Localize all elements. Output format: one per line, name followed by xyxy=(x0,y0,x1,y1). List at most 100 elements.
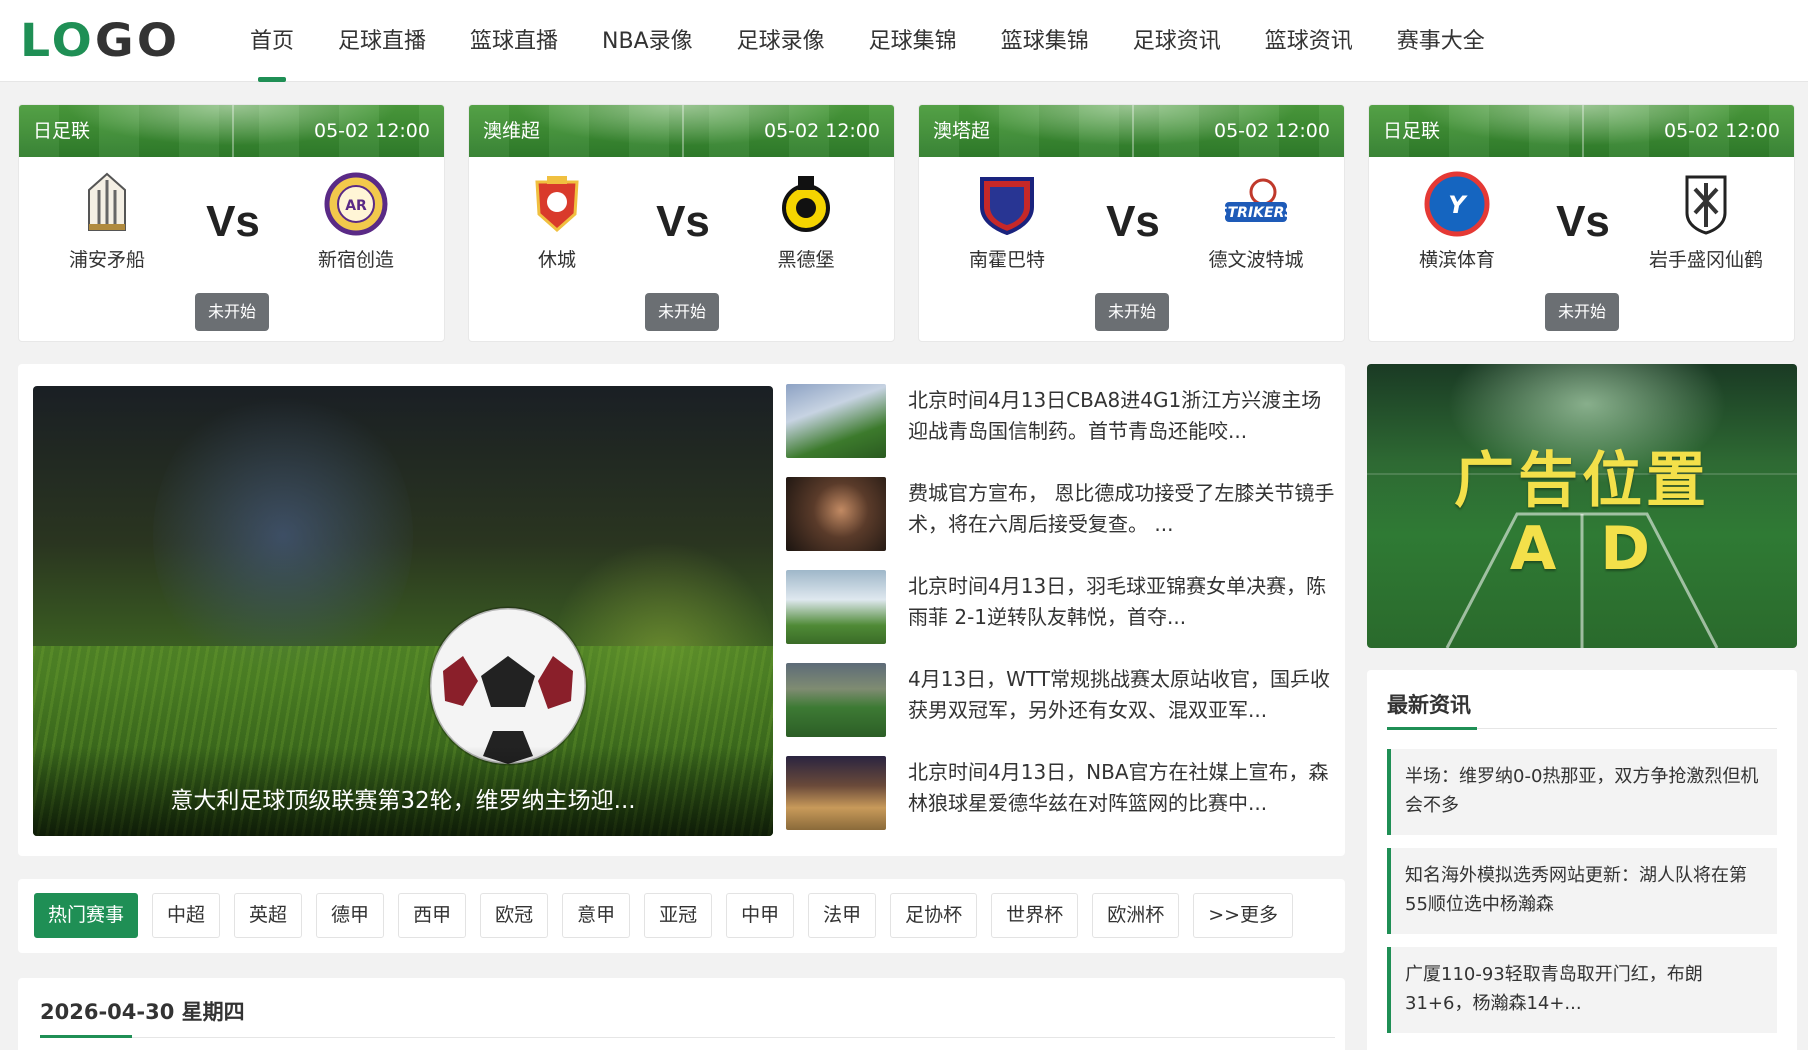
list-item[interactable]: 北京时间4月13日，羽毛球亚锦赛女单决赛，陈雨菲 2-1逆转队友韩悦，首夺... xyxy=(786,570,1336,663)
vs-label: Vs xyxy=(206,197,260,246)
main-nav: 首页 足球直播 篮球直播 NBA录像 足球录像 足球集锦 篮球集锦 足球资讯 篮… xyxy=(228,0,1507,82)
match-time: 05-02 12:00 xyxy=(313,120,430,142)
list-item[interactable]: 费城官方宣布， 恩比德成功接受了左膝关节镜手术，将在六周后接受复查。 ... xyxy=(786,477,1336,570)
league-name: 日足联 xyxy=(1383,120,1441,142)
tag-item[interactable]: 中超 xyxy=(152,893,221,938)
news-thumbnail[interactable] xyxy=(786,756,886,830)
team-crest-icon xyxy=(1671,169,1741,239)
team-name: 横滨体育 xyxy=(1418,249,1495,271)
sidebar-news-item[interactable]: 知名海外模拟选秀网站更新：湖人队将在第55顺位选中杨瀚森 xyxy=(1387,848,1777,934)
news-thumbnail[interactable] xyxy=(786,477,886,551)
tag-item[interactable]: 西甲 xyxy=(398,893,467,938)
away-team[interactable]: 岩手盛冈仙鹤 xyxy=(1631,169,1781,272)
tag-hot-events[interactable]: 热门赛事 xyxy=(34,893,139,938)
match-card[interactable]: 日足联 05-02 12:00 Y 横滨体育 Vs 岩手盛冈仙鹤 未开始 xyxy=(1368,104,1795,342)
team-name: 南霍巴特 xyxy=(968,249,1045,271)
team-crest-icon: AR xyxy=(321,169,391,239)
news-title[interactable]: 北京时间4月13日，羽毛球亚锦赛女单决赛，陈雨菲 2-1逆转队友韩悦，首夺... xyxy=(908,571,1336,635)
league-name: 日足联 xyxy=(33,120,91,142)
match-status-button[interactable]: 未开始 xyxy=(1545,293,1619,331)
nav-item-football-live[interactable]: 足球直播 xyxy=(316,0,448,82)
news-thumbnail[interactable] xyxy=(786,570,886,644)
tag-more-link[interactable]: >>更多 xyxy=(1193,893,1294,938)
tag-item[interactable]: 意甲 xyxy=(562,893,631,938)
match-header: 澳维超 05-02 12:00 xyxy=(469,105,894,157)
tag-item[interactable]: 世界杯 xyxy=(991,893,1079,938)
match-header: 日足联 05-02 12:00 xyxy=(19,105,444,157)
hero-news-image[interactable]: 意大利足球顶级联赛第32轮，维罗纳主场迎... xyxy=(33,386,773,836)
match-header: 日足联 05-02 12:00 xyxy=(1369,105,1794,157)
match-status-button[interactable]: 未开始 xyxy=(645,293,719,331)
svg-text:STRIKERS: STRIKERS xyxy=(1223,205,1289,221)
site-header: LOGO 首页 足球直播 篮球直播 NBA录像 足球录像 足球集锦 篮球集锦 足… xyxy=(0,0,1808,82)
tag-item[interactable]: 足协杯 xyxy=(890,893,978,938)
league-name: 澳塔超 xyxy=(933,120,991,142)
tag-item[interactable]: 欧洲杯 xyxy=(1092,893,1180,938)
match-status-button[interactable]: 未开始 xyxy=(195,293,269,331)
vs-label: Vs xyxy=(1106,197,1160,246)
news-list: 北京时间4月13日CBA8进4G1浙江方兴渡主场迎战青岛国信制药。首节青岛还能咬… xyxy=(786,384,1336,849)
tag-item[interactable]: 英超 xyxy=(234,893,303,938)
schedule-date: 2026-04-30 星期四 xyxy=(40,1000,245,1024)
home-team[interactable]: 休城 xyxy=(482,169,632,272)
ad-subtitle: AD xyxy=(1509,514,1695,584)
nav-item-football-highlights[interactable]: 足球集锦 xyxy=(847,0,979,82)
nav-item-home[interactable]: 首页 xyxy=(228,0,316,82)
team-crest-icon xyxy=(522,169,592,239)
ad-title: 广告位置 xyxy=(1454,446,1710,516)
latest-news-panel: 最新资讯 半场：维罗纳0-0热那亚，双方争抢激烈但机会不多 知名海外模拟选秀网站… xyxy=(1367,670,1797,1050)
nav-item-basketball-highlights[interactable]: 篮球集锦 xyxy=(979,0,1111,82)
schedule-panel: 2026-04-30 星期四 xyxy=(18,978,1345,1050)
site-logo[interactable]: LOGO xyxy=(20,17,180,65)
match-card[interactable]: 澳维超 05-02 12:00 休城 Vs 黑德堡 未开始 xyxy=(468,104,895,342)
event-tags: 热门赛事 中超 英超 德甲 西甲 欧冠 意甲 亚冠 中甲 法甲 足协杯 世界杯 … xyxy=(18,879,1345,953)
news-thumbnail[interactable] xyxy=(786,384,886,458)
tag-item[interactable]: 德甲 xyxy=(316,893,385,938)
team-crest-icon xyxy=(72,169,142,239)
match-status-button[interactable]: 未开始 xyxy=(1095,293,1169,331)
home-team[interactable]: Y 横滨体育 xyxy=(1382,169,1532,272)
nav-item-football-news[interactable]: 足球资讯 xyxy=(1111,0,1243,82)
list-item[interactable]: 北京时间4月13日CBA8进4G1浙江方兴渡主场迎战青岛国信制药。首节青岛还能咬… xyxy=(786,384,1336,477)
news-title[interactable]: 4月13日，WTT常规挑战赛太原站收官，国乒收获男双冠军，另外还有女双、混双亚军… xyxy=(908,664,1336,728)
news-title[interactable]: 费城官方宣布， 恩比德成功接受了左膝关节镜手术，将在六周后接受复查。 ... xyxy=(908,478,1336,542)
match-time: 05-02 12:00 xyxy=(763,120,880,142)
match-card[interactable]: 日足联 05-02 12:00 浦安矛船 Vs AR 新宿创造 未开始 xyxy=(18,104,445,342)
news-thumbnail[interactable] xyxy=(786,663,886,737)
nav-item-nba-replay[interactable]: NBA录像 xyxy=(580,0,715,82)
match-time: 05-02 12:00 xyxy=(1663,120,1780,142)
svg-text:Y: Y xyxy=(1448,191,1468,219)
team-name: 休城 xyxy=(537,249,576,271)
team-name: 黑德堡 xyxy=(777,249,835,271)
team-crest-icon xyxy=(771,169,841,239)
list-item[interactable]: 4月13日，WTT常规挑战赛太原站收官，国乒收获男双冠军，另外还有女双、混双亚军… xyxy=(786,663,1336,756)
vs-label: Vs xyxy=(1556,197,1610,246)
match-card[interactable]: 澳塔超 05-02 12:00 南霍巴特 Vs STRIKERS 德文波特城 未… xyxy=(918,104,1345,342)
nav-item-basketball-news[interactable]: 篮球资讯 xyxy=(1243,0,1375,82)
tag-item[interactable]: 亚冠 xyxy=(644,893,713,938)
team-name: 浦安矛船 xyxy=(68,249,145,271)
match-cards: 日足联 05-02 12:00 浦安矛船 Vs AR 新宿创造 未开始 澳维超 xyxy=(18,104,1797,342)
tag-item[interactable]: 法甲 xyxy=(808,893,877,938)
team-name: 德文波特城 xyxy=(1208,249,1304,271)
home-team[interactable]: 浦安矛船 xyxy=(32,169,182,272)
nav-item-all-events[interactable]: 赛事大全 xyxy=(1375,0,1507,82)
nav-item-basketball-live[interactable]: 篮球直播 xyxy=(448,0,580,82)
tag-item[interactable]: 欧冠 xyxy=(480,893,549,938)
team-crest-icon: STRIKERS xyxy=(1221,169,1291,239)
news-panel: 意大利足球顶级联赛第32轮，维罗纳主场迎... 北京时间4月13日CBA8进4G… xyxy=(18,364,1345,856)
home-team[interactable]: 南霍巴特 xyxy=(932,169,1082,272)
sidebar-news-item[interactable]: 广厦110-93轻取青岛取开门红，布朗31+6，杨瀚森14+... xyxy=(1387,947,1777,1033)
ad-banner[interactable]: 广告位置 AD xyxy=(1367,364,1797,648)
hero-caption[interactable]: 意大利足球顶级联赛第32轮，维罗纳主场迎... xyxy=(33,746,773,836)
away-team[interactable]: 黑德堡 xyxy=(731,169,881,272)
nav-item-football-replay[interactable]: 足球录像 xyxy=(715,0,847,82)
sidebar-news-item[interactable]: 半场：维罗纳0-0热那亚，双方争抢激烈但机会不多 xyxy=(1387,749,1777,835)
news-title[interactable]: 北京时间4月13日，NBA官方在社媒上宣布，森林狼球星爱德华兹在对阵篮网的比赛中… xyxy=(908,757,1336,821)
news-title[interactable]: 北京时间4月13日CBA8进4G1浙江方兴渡主场迎战青岛国信制药。首节青岛还能咬… xyxy=(908,385,1336,449)
team-name: 新宿创造 xyxy=(317,249,394,271)
away-team[interactable]: AR 新宿创造 xyxy=(281,169,431,272)
list-item[interactable]: 北京时间4月13日，NBA官方在社媒上宣布，森林狼球星爱德华兹在对阵篮网的比赛中… xyxy=(786,756,1336,849)
tag-item[interactable]: 中甲 xyxy=(726,893,795,938)
away-team[interactable]: STRIKERS 德文波特城 xyxy=(1181,169,1331,272)
